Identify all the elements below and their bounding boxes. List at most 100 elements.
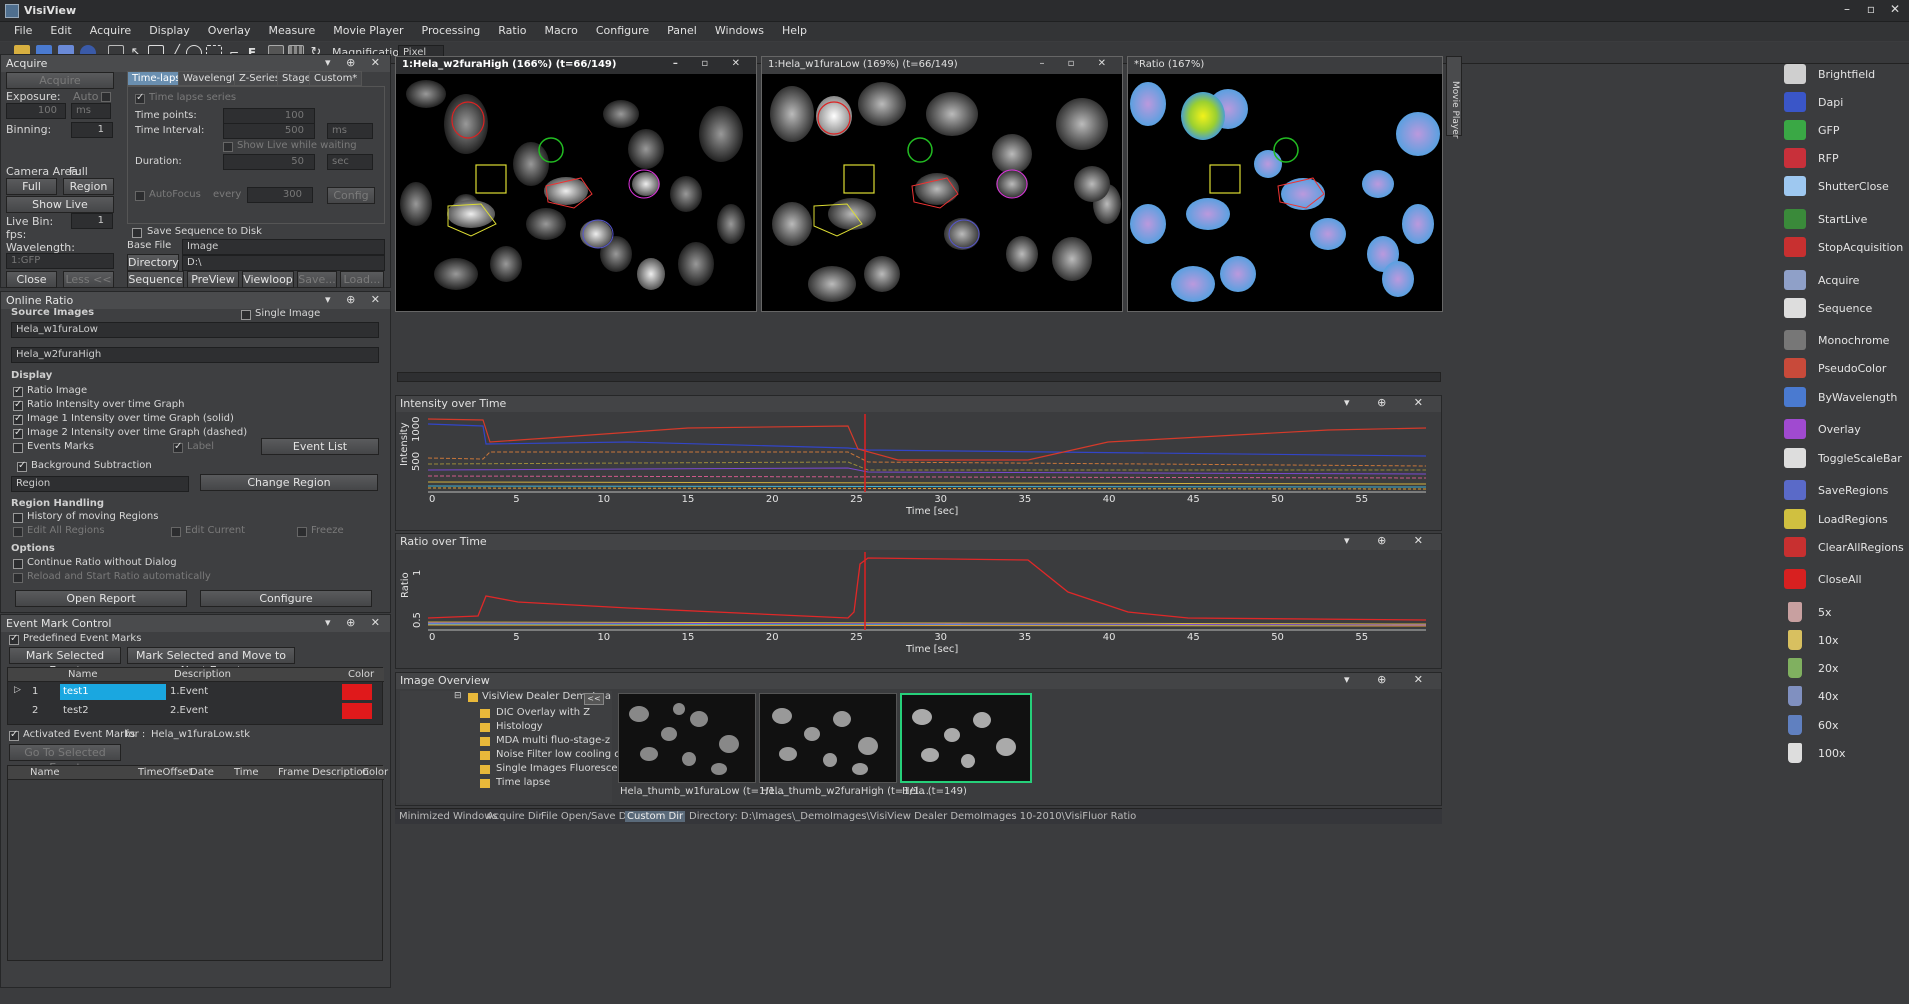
row-color-swatch[interactable] [342,703,372,719]
minimized-windows-tab[interactable]: Minimized Windows [399,811,498,822]
fura-low-image[interactable] [762,74,1122,311]
toolbar-button-sequence[interactable]: Sequence [1780,294,1908,322]
toolbar-button-rfp[interactable]: RFP [1780,144,1908,172]
continue-ratio-checkbox[interactable] [13,559,23,569]
folder-item[interactable]: Time lapse [480,777,630,791]
toolbar-button-shutterclose[interactable]: ShutterClose [1780,172,1908,200]
thumbnail-3[interactable] [900,693,1032,783]
toolbar-button-5x[interactable]: 5x [1780,598,1908,626]
toolbar-button-40x[interactable]: 40x [1780,682,1908,710]
config-button[interactable]: Config [327,187,375,204]
table-row[interactable]: 2 test2 2.Event [8,702,384,720]
panel-controls-icon[interactable]: ▾ ⊕ ✕ [325,616,386,629]
menu-acquire[interactable]: Acquire [81,22,140,37]
image-window-ratio[interactable]: *Ratio (167%) [1127,56,1443,312]
movie-player-side-tab[interactable]: Movie Player [1446,56,1462,139]
autofocus-checkbox[interactable] [135,191,145,201]
time-interval-unit-select[interactable]: ms [327,123,373,139]
folder-item[interactable]: Histology [480,721,630,735]
file-open-save-dir-tab[interactable]: File Open/Save Dir [541,811,633,822]
toolbar-button-gfp[interactable]: GFP [1780,116,1908,144]
image-window-furahigh[interactable]: 1:Hela_w2furaHigh (166%) (t=66/149) – ▫ ✕ [395,56,757,312]
source-image-2-select[interactable]: Hela_w2furaHigh [11,347,379,363]
time-lapse-series-checkbox[interactable] [135,92,145,104]
save-sequence-checkbox[interactable] [132,228,142,238]
open-report-button[interactable]: Open Report [15,590,187,607]
menu-windows[interactable]: Windows [706,22,773,37]
close-button[interactable]: Close [6,271,57,288]
menu-overlay[interactable]: Overlay [199,22,260,37]
folder-item[interactable]: Single Images Fluorescens [480,763,630,777]
toolbar-button-pseudocolor[interactable]: PseudoColor [1780,354,1908,382]
panel-controls-icon[interactable]: ▾ ⊕ ✕ [1344,673,1435,686]
menu-help[interactable]: Help [773,22,816,37]
menu-movie-player[interactable]: Movie Player [324,22,412,37]
region-button[interactable]: Region [63,178,114,195]
panel-controls-icon[interactable]: ▾ ⊕ ✕ [325,56,386,69]
window-controls-icon[interactable]: – ▫ ✕ [673,58,750,69]
full-button[interactable]: Full [6,178,57,195]
reload-ratio-checkbox[interactable] [13,573,23,583]
toolbar-button-clearallregions[interactable]: ClearAllRegions [1780,533,1908,561]
time-points-input[interactable]: 100 [223,108,315,124]
background-region-select[interactable]: Region [11,476,189,492]
toolbar-button-togglescalebar[interactable]: ToggleScaleBar [1780,444,1908,472]
less-button[interactable]: Less << [63,271,114,288]
panel-controls-icon[interactable]: ▾ ⊕ ✕ [1344,396,1435,409]
toolbar-button-acquire[interactable]: Acquire [1780,266,1908,294]
toolbar-button-stopacquisition[interactable]: StopAcquisition [1780,233,1908,261]
preview-button[interactable]: PreView [187,271,239,288]
events-marks-checkbox[interactable] [13,443,23,453]
duration-input[interactable]: 50 [223,154,315,170]
toolbar-button-brightfield[interactable]: Brightfield [1780,60,1908,88]
custom-dir-tab[interactable]: Custom Dir [625,811,686,822]
ratio-intensity-checkbox[interactable] [13,399,23,411]
menu-processing[interactable]: Processing [413,22,490,37]
event-list-button[interactable]: Event List [261,438,379,455]
exposure-input[interactable]: 100 [6,103,66,119]
menu-configure[interactable]: Configure [587,22,658,37]
fura-high-image[interactable] [396,74,756,311]
toolbar-button-bywavelength[interactable]: ByWavelength [1780,383,1908,411]
table-row[interactable]: ▷ 1 test1 1.Event [8,683,384,701]
horizontal-scrollbar[interactable] [397,372,1441,382]
live-bin-input[interactable]: 1 [71,213,113,229]
ratio-image-checkbox[interactable] [13,385,23,397]
acquire-dir-tab[interactable]: Acquire Dir [487,811,542,822]
menu-file[interactable]: File [0,22,41,37]
mark-selected-button[interactable]: Mark Selected Event [9,647,121,677]
source-image-1-select[interactable]: Hela_w1furaLow [11,322,379,338]
goto-event-button[interactable]: Go To Selected Event [9,744,121,774]
toolbar-button-startlive[interactable]: StartLive [1780,205,1908,233]
show-live-waiting-checkbox[interactable] [223,142,233,152]
folder-item[interactable]: DIC Overlay with Z [480,707,630,721]
collapse-tree-icon[interactable]: << [584,693,604,705]
image-window-furalow[interactable]: 1:Hela_w1furaLow (169%) (t=66/149) – ▫ ✕ [761,56,1123,312]
menu-panel[interactable]: Panel [658,22,706,37]
predefined-checkbox[interactable] [9,633,19,645]
sequence-button[interactable]: Sequence [127,271,184,288]
intensity-plot[interactable] [428,414,1426,494]
row-name-cell[interactable]: test1 [60,684,166,700]
window-controls-icon[interactable]: – ▫ ✕ [1039,58,1116,69]
directory-button[interactable]: Directory [127,254,179,271]
change-region-button[interactable]: Change Region [200,474,378,491]
thumbnail-1[interactable] [618,693,756,783]
duration-unit-select[interactable]: sec [327,154,373,170]
edit-current-checkbox[interactable] [171,527,181,537]
exposure-unit-select[interactable]: ms [71,103,111,119]
tree-collapse-icon[interactable]: ⊟ [454,691,462,701]
toolbar-button-10x[interactable]: 10x [1780,626,1908,654]
image1-intensity-checkbox[interactable] [13,413,23,425]
panel-controls-icon[interactable]: ▾ ⊕ ✕ [325,293,386,306]
wavelength-select[interactable]: 1:GFP [6,253,114,269]
edit-all-checkbox[interactable] [13,527,23,537]
save-button[interactable]: Save... [297,271,337,288]
folder-item[interactable]: MDA multi fluo-stage-z [480,735,630,749]
panel-controls-icon[interactable]: ▾ ⊕ ✕ [1344,534,1435,547]
ratio-image[interactable] [1128,74,1442,311]
configure-button[interactable]: Configure [200,590,372,607]
time-interval-input[interactable]: 500 [223,123,315,139]
base-file-input[interactable]: Image [182,239,385,255]
history-moving-checkbox[interactable] [13,513,23,523]
